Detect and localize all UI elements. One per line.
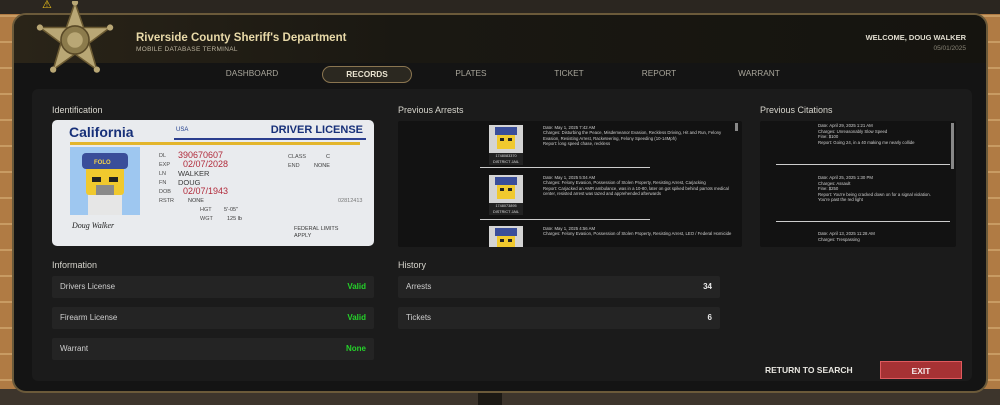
scrollbar[interactable]	[951, 123, 954, 169]
class-label: CLASS	[288, 154, 307, 160]
info-row-firearm-license: Firearm License Valid	[52, 307, 374, 329]
tab-report[interactable]: REPORT	[630, 66, 688, 81]
hgt-value: 5'-05"	[224, 207, 239, 213]
department-title: Riverside County Sheriff's Department	[136, 32, 347, 44]
status-badge: Valid	[347, 313, 366, 322]
status-badge: Valid	[347, 282, 366, 291]
history-row-tickets: Tickets 6	[398, 307, 720, 329]
arrest-report: Report: long speed chase, reckless	[543, 140, 611, 146]
history-label: Arrests	[406, 282, 432, 291]
history-count: 34	[703, 282, 712, 291]
license-type: DRIVER LICENSE	[270, 124, 363, 136]
dob-date: 02/07/1943	[183, 186, 229, 196]
section-title-identification: Identification	[52, 105, 103, 115]
section-title-citations: Previous Citations	[760, 105, 833, 115]
citations-list[interactable]: Date: April 29, 2025 1:21 AM Charges: Un…	[760, 121, 956, 247]
history-label: Tickets	[406, 313, 432, 322]
info-label: Warrant	[60, 344, 89, 353]
tab-plates[interactable]: PLATES	[444, 66, 498, 81]
avatar-icon	[495, 127, 517, 149]
dob-label: DOB	[159, 189, 171, 195]
fn-label: FN	[159, 180, 167, 186]
exp-label: EXP	[159, 162, 171, 168]
license-stripe-blue	[174, 138, 366, 140]
arrest-charges: Charges: Disturbing the Peace, Misdemean…	[543, 130, 722, 141]
status-badge: None	[346, 344, 366, 353]
header: Riverside County Sheriff's Department MO…	[14, 1, 986, 73]
exp-date: 02/07/2028	[183, 159, 229, 169]
info-label: Firearm License	[60, 313, 118, 322]
license-photo: FOLO	[70, 147, 140, 215]
mugshot-avatar: 1748073895 DISTRICT JAIL	[489, 175, 523, 215]
section-title-arrests: Previous Arrests	[398, 105, 464, 115]
return-to-search-button[interactable]: RETURN TO SEARCH	[765, 365, 853, 375]
mugshot-tag: 1748083370 DISTRICT JAIL	[489, 153, 523, 165]
document-number: 02812413	[338, 198, 363, 204]
history-row-arrests: Arrests 34	[398, 276, 720, 298]
rstr-label: RSTR	[159, 198, 174, 204]
avatar-icon: FOLO	[82, 153, 128, 215]
citation-charges: Charges: Trespassing	[818, 236, 860, 242]
wgt-label: WGT	[200, 216, 213, 222]
welcome-user: WELCOME, DOUG WALKER	[865, 33, 966, 42]
hgt-label: HGT	[200, 207, 212, 213]
tab-warrant[interactable]: WARRANT	[726, 66, 792, 81]
divider	[480, 219, 650, 220]
license-stripe-gold	[70, 142, 360, 145]
info-row-drivers-license: Drivers License Valid	[52, 276, 374, 298]
license-signature: Doug Walker	[72, 221, 115, 230]
last-name: WALKER	[178, 169, 210, 178]
mugshot-avatar	[489, 226, 523, 247]
tab-dashboard[interactable]: DASHBOARD	[212, 66, 292, 81]
arrests-list[interactable]: 1748083370 DISTRICT JAIL Date: May 1, 20…	[398, 121, 742, 247]
list-item: Date: April 29, 2025 1:21 AM Charges: Un…	[818, 123, 943, 145]
terminal-subtitle: MOBILE DATABASE TERMINAL	[136, 46, 238, 53]
background-rail	[0, 0, 1000, 14]
license-country: USA	[176, 127, 189, 133]
arrest-report: Report: Carjacked an AMR ambulance, was …	[543, 185, 729, 196]
avatar-icon	[495, 177, 517, 199]
scrollbar[interactable]	[735, 123, 738, 131]
rstr-value: NONE	[188, 198, 204, 204]
end-label: END	[288, 163, 300, 169]
current-date: 05/01/2025	[933, 45, 966, 52]
info-row-warrant: Warrant None	[52, 338, 374, 360]
arrest-charges: Charges: Felony Evasion, Possession of S…	[543, 231, 732, 237]
list-item: Date: May 1, 2025 4:56 AM Charges: Felon…	[398, 224, 742, 247]
mugshot-tag: 1748073895 DISTRICT JAIL	[489, 203, 523, 215]
tab-ticket[interactable]: TICKET	[544, 66, 594, 81]
list-item: Date: April 25, 2025 1:30 PM Charges: As…	[818, 175, 943, 203]
divider	[480, 167, 650, 168]
mugshot-avatar: 1748083370 DISTRICT JAIL	[489, 125, 523, 165]
list-item: Date: April 13, 2025 11:28 AM Charges: T…	[818, 231, 943, 242]
dl-label: DL	[159, 153, 167, 159]
divider	[776, 221, 950, 222]
federal-limits: FEDERAL LIMITS APPLY	[294, 226, 339, 239]
divider	[776, 164, 950, 165]
citation-report: Report: Going 24, in a 40 making me near…	[818, 139, 915, 145]
end-value: NONE	[314, 163, 330, 169]
history-count: 6	[707, 313, 712, 322]
records-panel: Identification Previous Arrests Previous…	[32, 89, 972, 381]
class-value: C	[326, 154, 330, 160]
info-label: Drivers License	[60, 282, 116, 291]
mdt-tablet: Riverside County Sheriff's Department MO…	[12, 1, 988, 393]
citation-report: Report: You're being cracked down on for…	[818, 191, 931, 203]
list-item: 1748083370 DISTRICT JAIL Date: May 1, 20…	[398, 123, 742, 177]
cap-text: FOLO	[94, 160, 111, 166]
avatar-icon	[495, 228, 517, 247]
tab-bar: DASHBOARD RECORDS PLATES TICKET REPORT W…	[14, 66, 986, 84]
driver-license-card: California USA DRIVER LICENSE FOLO Doug …	[52, 120, 374, 246]
tab-records[interactable]: RECORDS	[322, 66, 412, 83]
exit-button[interactable]: EXIT	[880, 361, 962, 379]
section-title-history: History	[398, 260, 427, 270]
wgt-value: 125 lb	[227, 216, 242, 222]
license-state: California	[69, 124, 134, 140]
section-title-information: Information	[52, 260, 98, 270]
ln-label: LN	[159, 171, 167, 177]
